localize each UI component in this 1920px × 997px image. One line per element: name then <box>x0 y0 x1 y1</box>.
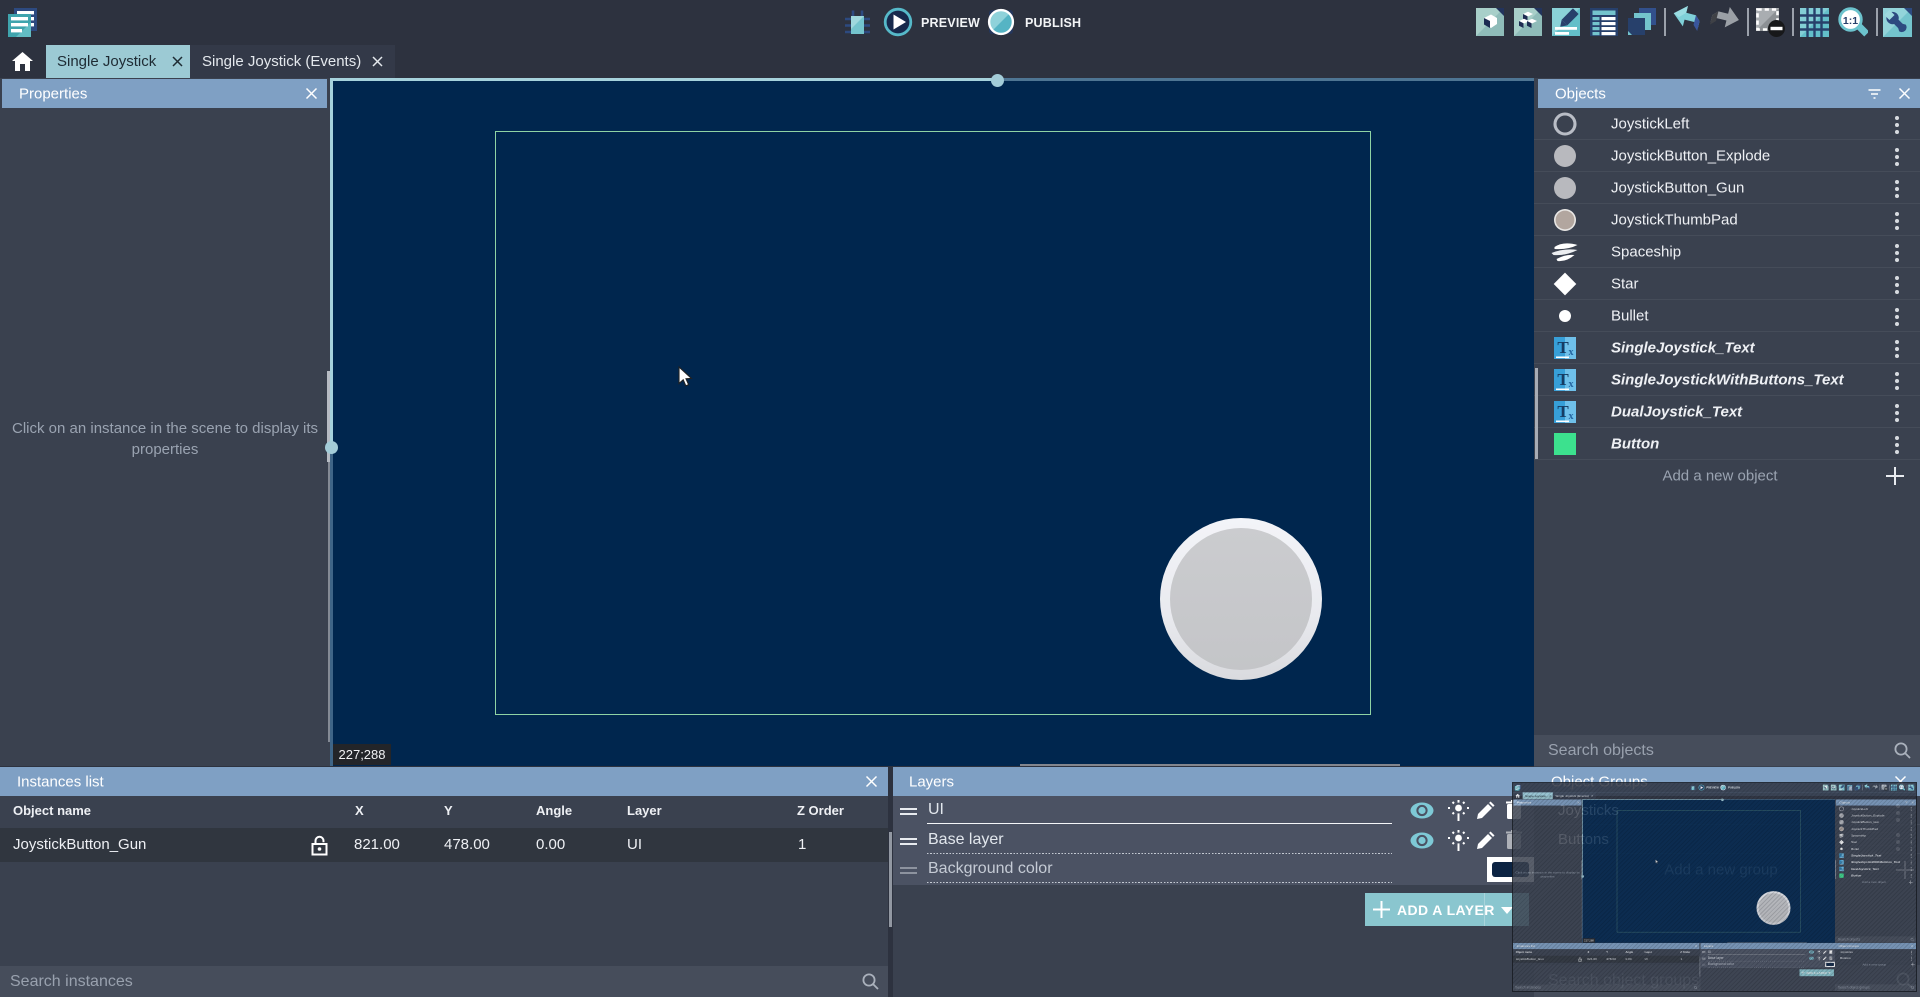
svg-text:1:1: 1:1 <box>1843 15 1858 27</box>
svg-text:x: x <box>1569 379 1574 390</box>
svg-text:x: x <box>1569 347 1574 358</box>
svg-text:x: x <box>1569 411 1574 422</box>
